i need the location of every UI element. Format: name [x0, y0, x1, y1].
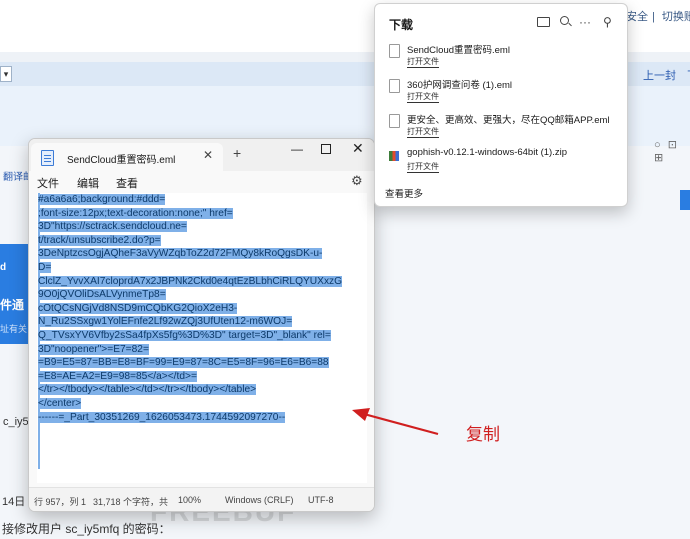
tab-close-icon[interactable]: ✕ — [203, 148, 213, 162]
text-line: 3DeNptzcsOgjAQheF3aVyWZqbToZ2d72FMQy8kRo… — [38, 248, 323, 260]
security-link[interactable]: 安全 — [626, 11, 648, 23]
toolbar-select[interactable]: ▾ — [0, 66, 12, 82]
mail-body-text: 接修改用户 sc_iy5mfq 的密码： — [2, 522, 171, 536]
side-text-2: 14日 — [2, 496, 26, 508]
text-line: D= — [38, 261, 52, 273]
downloads-title: 下载 — [389, 18, 414, 32]
notepad-text-area[interactable]: #a6a6a6;background:#ddd= ;font-size:12px… — [37, 193, 367, 483]
notepad-titlebar: SendCloud重置密码.eml ✕ + — ✕ — [29, 139, 374, 171]
text-line: ------=_Part_30351269_1626053473.1744592… — [38, 411, 286, 423]
download-file-name: 更安全、更高效、更强大，尽在QQ邮箱APP.eml — [407, 115, 610, 126]
downloads-panel: 下载 ··· ⚲ SendCloud重置密码.eml 打开文件 360护网调查问… — [374, 3, 628, 207]
text-line: </tr></tbody></table></td></tr></tbody><… — [38, 384, 257, 396]
top-right-links: 安全| 切换账号 — [626, 8, 690, 24]
side-text-1: c_iy5 — [3, 416, 29, 428]
open-file-link[interactable]: 打开文件 — [407, 57, 439, 68]
text-line: 3D"noopener">=E7=82= — [38, 343, 149, 355]
text-line: t/track/unsubscribe2.do?p= — [38, 234, 161, 246]
mail-action-icons[interactable]: ○ ⊡ ⊞ — [654, 138, 690, 164]
menu-file[interactable]: 文件 — [37, 175, 59, 191]
notepad-tab-title: SendCloud重置密码.eml — [67, 155, 176, 166]
prev-mail-link[interactable]: 上一封 — [643, 70, 676, 82]
eml-file-icon — [389, 114, 400, 128]
view-more-link[interactable]: 查看更多 — [385, 186, 423, 200]
eml-file-icon — [389, 44, 400, 58]
download-file-name: gophish-v0.12.1-windows-64bit (1).zip — [407, 147, 567, 158]
text-line: ;font-size:12px;text-decoration:none;" h… — [38, 207, 233, 219]
notepad-text-lines: #a6a6a6;background:#ddd= ;font-size:12px… — [38, 193, 367, 424]
more-options-icon[interactable]: ··· — [579, 15, 591, 29]
open-file-link[interactable]: 打开文件 — [407, 162, 439, 173]
text-line: 9O0jQVOliDsALVynmeTp8= — [38, 289, 166, 301]
status-encoding: UTF-8 — [308, 495, 334, 505]
download-item[interactable]: SendCloud重置密码.eml 打开文件 — [385, 42, 623, 76]
status-zoom: 100% — [178, 495, 202, 505]
download-item[interactable]: 更安全、更高效、更强大，尽在QQ邮箱APP.eml 打开文件 — [385, 112, 623, 146]
eml-file-icon — [389, 79, 400, 93]
zip-file-icon — [389, 151, 399, 161]
status-line-ending: Windows (CRLF) — [225, 495, 294, 505]
download-file-name: SendCloud重置密码.eml — [407, 45, 510, 56]
text-line: cOtQCsNGjVd8NSD9mCQbKG2QioX2eH3- — [38, 302, 238, 314]
banner-text-2: 件通 — [0, 298, 25, 312]
window-close-button[interactable]: ✕ — [352, 140, 364, 157]
prev-next-links: 上一封 下一 — [643, 67, 690, 83]
status-position: 行 957，列 1 — [34, 497, 87, 507]
menu-view[interactable]: 查看 — [116, 175, 138, 191]
download-item[interactable]: gophish-v0.12.1-windows-64bit (1).zip 打开… — [385, 147, 623, 181]
status-char-count: 31,718 个字符，共 — [93, 497, 169, 507]
open-file-link[interactable]: 打开文件 — [407, 127, 439, 138]
notepad-tab[interactable]: SendCloud重置密码.eml ✕ — [31, 143, 223, 171]
text-line: Q_TVsxYV6Vfby2sSa4fpXs5fg%3D%3D" target=… — [38, 329, 331, 341]
notepad-status-bar: 行 957，列 1 31,718 个字符，共 100% Windows (CRL… — [29, 487, 374, 511]
pin-icon[interactable]: ⚲ — [603, 15, 612, 29]
open-folder-icon[interactable] — [537, 17, 550, 27]
text-line: N_Ru2SSxgw1YolEFnfe2Lf92wZQj3UfUten12-m6… — [38, 316, 293, 328]
settings-gear-icon[interactable]: ⚙ — [351, 173, 363, 189]
copy-annotation-label: 复制 — [466, 425, 500, 444]
text-line: </center> — [38, 397, 82, 409]
notepad-file-icon — [41, 150, 54, 166]
banner-text-1: d — [0, 262, 7, 273]
maximize-button[interactable] — [321, 144, 331, 154]
red-arrow-icon — [352, 408, 439, 436]
text-line: =E8=AE=A2=E9=98=85</a></td>= — [38, 370, 197, 382]
text-line: =B9=E5=87=BB=E8=BF=99=E9=87=8C=E5=8F=96=… — [38, 357, 329, 369]
minimize-button[interactable]: — — [291, 142, 303, 156]
search-icon[interactable] — [560, 16, 569, 25]
download-file-name: 360护网调查问卷 (1).eml — [407, 80, 513, 91]
menu-edit[interactable]: 编辑 — [77, 175, 99, 191]
switch-account-link[interactable]: 切换账号 — [662, 11, 690, 23]
right-banner-edge — [680, 190, 690, 210]
open-file-link[interactable]: 打开文件 — [407, 92, 439, 103]
notepad-menubar: 文件 编辑 查看 ⚙ — [29, 171, 374, 193]
text-line: 3D"https://sctrack.sendcloud.ne= — [38, 221, 187, 233]
text-line: #a6a6a6;background:#ddd= — [38, 194, 166, 205]
banner-text-3: 址有关 — [0, 324, 28, 334]
new-tab-button[interactable]: + — [233, 145, 241, 161]
download-item[interactable]: 360护网调查问卷 (1).eml 打开文件 — [385, 77, 623, 111]
text-line: ClclZ_YvvXAI7cloprdA7x2JBPNk2Ckd0e4qtEzB… — [38, 275, 343, 287]
notepad-window: SendCloud重置密码.eml ✕ + — ✕ 文件 编辑 查看 ⚙ #a6… — [28, 138, 375, 512]
